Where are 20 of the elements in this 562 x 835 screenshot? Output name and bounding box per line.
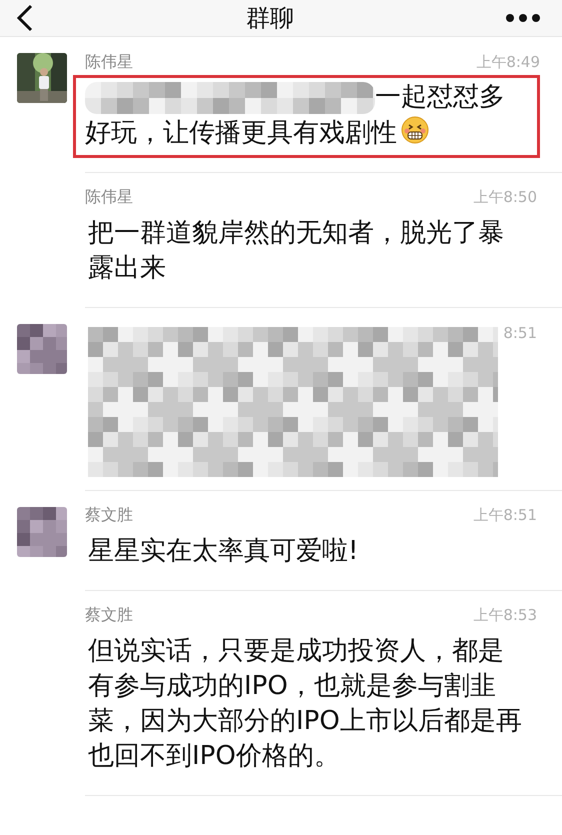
message-time: 上午8:53	[473, 606, 537, 626]
sender-name: 陈伟星	[85, 52, 133, 72]
sender-name: 陈伟星	[85, 187, 133, 208]
message-text: 一起怼怼多	[375, 81, 505, 114]
pixelated-avatar[interactable]	[17, 506, 67, 557]
chat-title: 群聊	[246, 3, 294, 34]
message-text: 星星实在太率真可爱啦!	[88, 536, 358, 566]
message-time: 上午8:50	[473, 188, 537, 208]
message-time: 8:51	[503, 324, 537, 342]
grin-emoji-icon	[401, 116, 429, 144]
message-text: 好玩，让传播更具有戏剧性	[85, 116, 397, 150]
message-text: 但说实话，只要是成功投资人，都是有参与成功的IPO，也就是参与割韭菜，因为大部分的IPO上市以后都是再也回不到IPO价格的。	[88, 636, 522, 771]
back-icon[interactable]	[16, 4, 34, 32]
more-icon[interactable]	[506, 14, 540, 22]
sender-name: 蔡文胜	[85, 505, 133, 526]
pixelated-avatar[interactable]	[17, 324, 67, 374]
message-time: 上午8:49	[476, 52, 540, 72]
message-time: 上午8:51	[473, 506, 537, 526]
message-text: 把一群道貌岸然的无知者，脱光了暴露出来	[88, 218, 504, 283]
sender-name: 蔡文胜	[85, 605, 133, 626]
